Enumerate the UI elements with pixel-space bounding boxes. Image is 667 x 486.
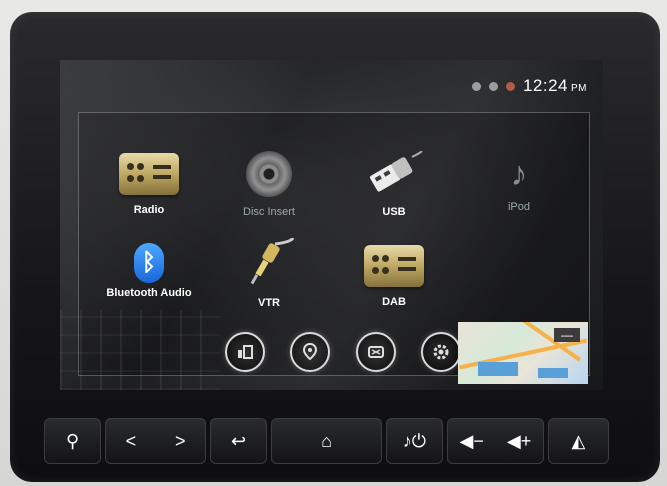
source-disc-insert[interactable]: Disc Insert [209,151,329,218]
source-radio[interactable]: Radio [89,153,209,216]
bluetooth-icon: ᛒ [134,243,164,283]
ipod-icon: ♪ [510,155,528,193]
dock-phone-button[interactable] [355,332,396,372]
connection-icon [488,81,498,91]
usb-icon [369,151,423,192]
back-button[interactable]: ↩ [209,418,268,464]
seek-buttons: < > [105,418,206,464]
navigation-hw-button[interactable]: ◭ [547,418,609,464]
phone-icon [367,346,384,358]
source-bluetooth-audio[interactable]: ᛒ Bluetooth Audio [89,243,209,299]
audio-icon [237,345,253,359]
bottom-dock [212,322,474,382]
signal-icon [471,81,481,91]
volume-up-button[interactable]: ◀+ [507,431,531,452]
map-zoom-out-button[interactable]: — [554,328,580,342]
source-usb[interactable]: USB [334,151,454,218]
volume-buttons: ◀− ◀+ [447,418,544,464]
radio-icon [119,153,179,195]
volume-down-button[interactable]: ◀− [460,431,484,452]
navigation-icon [303,342,318,361]
dock-settings-button[interactable] [421,332,462,372]
alert-icon [505,81,515,91]
media-power-icon: ♪⏻ [402,430,427,451]
touchscreen: 12:24 PM Radio Disc Insert USB ♪ iPod ᛒ … [60,60,603,390]
settings-icon [433,344,449,360]
disc-icon [246,151,292,197]
dab-radio-icon [364,245,424,287]
aux-cable-icon [250,237,295,285]
background-floor-graphic [60,310,220,390]
compass-icon: ◭ [571,430,586,451]
previous-button[interactable]: < [126,431,137,452]
media-power-button[interactable]: ♪⏻ [385,418,444,464]
status-bar: 12:24 PM [471,76,587,96]
source-ipod[interactable]: ♪ iPod [459,151,579,213]
back-icon: ↩ [231,430,247,451]
home-button[interactable]: ⌂ [271,418,382,464]
location-button[interactable]: ⚲ [44,418,102,464]
dock-audio-button[interactable] [224,332,265,372]
map-preview[interactable]: — [458,322,588,384]
head-unit-bezel: 12:24 PM Radio Disc Insert USB ♪ iPod ᛒ … [10,12,660,482]
home-icon: ⌂ [321,430,332,451]
source-vtr[interactable]: VTR [209,237,329,309]
source-dab[interactable]: DAB [334,245,454,308]
dock-navigation-button[interactable] [290,332,331,372]
next-button[interactable]: > [175,431,186,452]
clock: 12:24 PM [522,76,587,95]
hardware-button-bar: ⚲ < > ↩ ⌂ ♪⏻ ◀− ◀+ ◭ [44,418,609,464]
location-pin-icon: ⚲ [66,430,80,451]
